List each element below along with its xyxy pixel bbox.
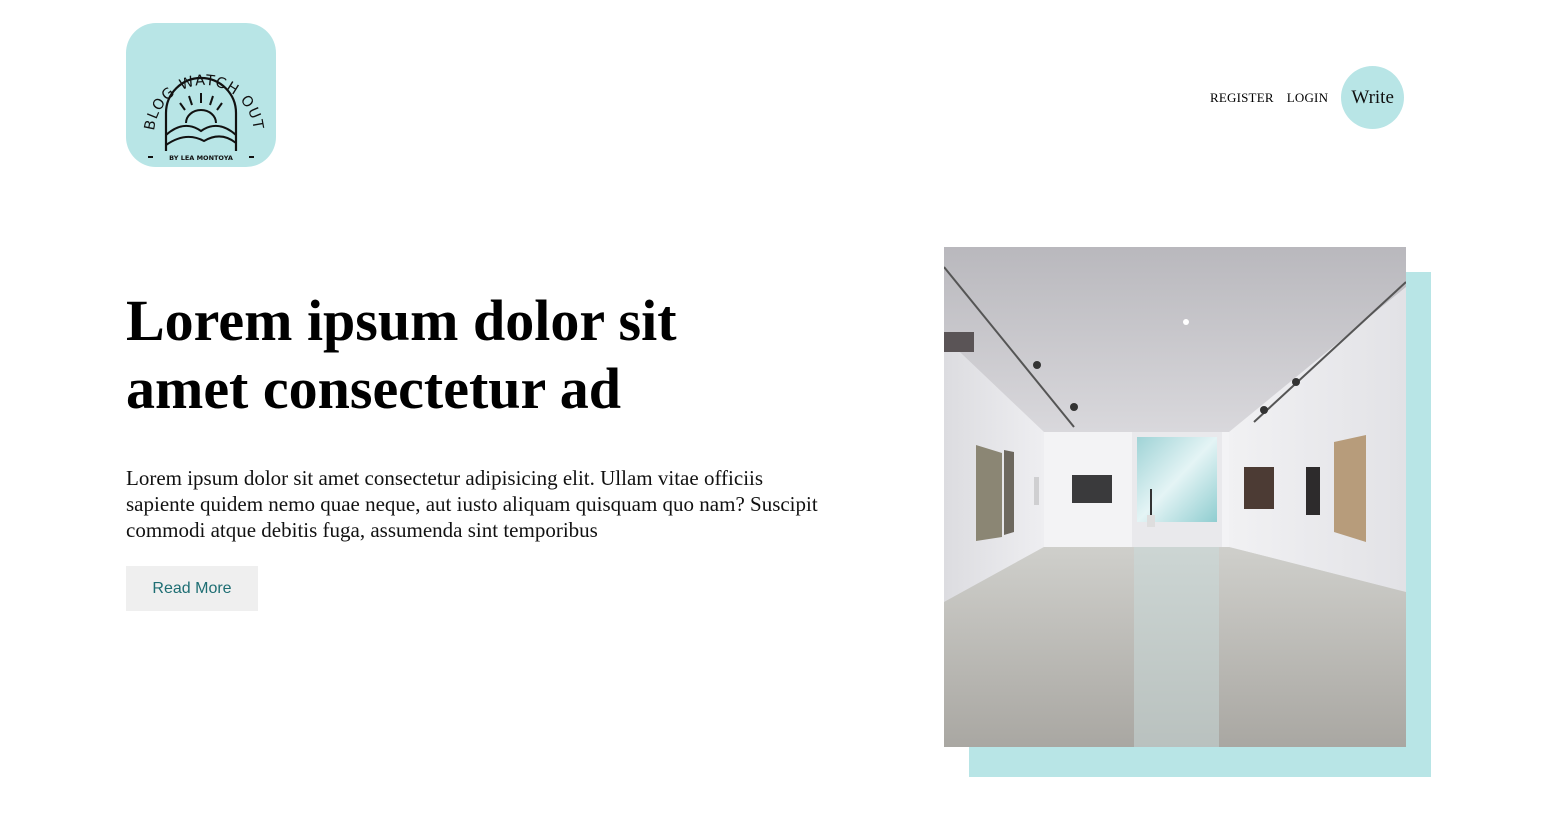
- site-logo[interactable]: BLOG WATCH OUT BY LEA MONTOYA: [126, 23, 276, 167]
- hero-description: Lorem ipsum dolor sit amet consectetur a…: [126, 466, 818, 542]
- login-link[interactable]: LOGIN: [1287, 90, 1328, 106]
- logo-byline: BY LEA MONTOYA: [169, 154, 233, 162]
- svg-text:BLOG WATCH OUT: BLOG WATCH OUT: [142, 73, 266, 132]
- write-button[interactable]: Write: [1341, 66, 1405, 129]
- logo-arc-text: BLOG WATCH OUT: [142, 73, 265, 132]
- art-gallery-image: [944, 247, 1406, 747]
- register-link[interactable]: REGISTER: [1210, 90, 1274, 106]
- hero-title: Lorem ipsum dolor sit amet consectetur a…: [126, 288, 677, 421]
- read-more-button[interactable]: Read More: [126, 566, 258, 611]
- top-nav: REGISTER LOGIN Write: [1202, 66, 1405, 129]
- hero-image: [944, 247, 1406, 747]
- logo-emblem-icon: BLOG WATCH OUT BY LEA MONTOYA: [142, 73, 266, 162]
